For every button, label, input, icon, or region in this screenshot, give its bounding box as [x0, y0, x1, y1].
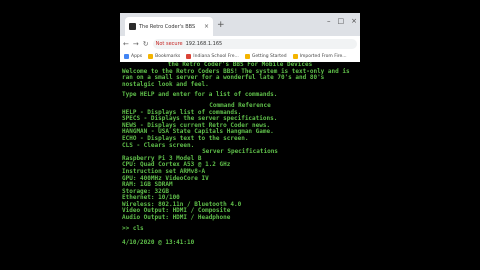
spec-line: Audio Output: HDMI / Headphone [122, 214, 231, 222]
bookmark-label: Getting Started [251, 54, 287, 59]
folder-icon [244, 54, 250, 59]
tab-close-icon[interactable]: × [204, 23, 209, 30]
page-content: the Retro Coder's BBS For Mobile Devices… [120, 62, 360, 270]
folder-icon [292, 54, 298, 59]
favicon-icon [129, 23, 136, 30]
bookmark-apps[interactable]: Apps [124, 54, 142, 59]
folder-icon [148, 54, 154, 59]
address-bar[interactable]: Not secure 192.168.1.165 [152, 38, 357, 49]
command-prompt[interactable]: >> cls [122, 225, 358, 233]
minimize-icon[interactable]: – [327, 17, 331, 25]
tab-title: The Retro Coder's BBS [139, 23, 196, 30]
reload-icon[interactable]: ↻ [143, 40, 149, 48]
tab-strip: The Retro Coder's BBS × + – □ × [120, 13, 360, 36]
bookmark-label: Bookmarks [155, 54, 181, 59]
not-secure-label[interactable]: Not secure [156, 41, 183, 47]
back-icon[interactable]: ← [123, 40, 129, 48]
forward-icon[interactable]: → [133, 40, 139, 48]
timestamp: 4/10/2020 @ 13:41:10 [122, 239, 195, 247]
bookmark-indiana-school[interactable]: Indiana School Fre... [186, 54, 239, 59]
help-hint: Type HELP and enter for a list of comman… [122, 91, 278, 99]
bookmark-imported[interactable]: Imported From Fire... [292, 54, 347, 59]
bookmark-getting-started[interactable]: Getting Started [244, 54, 287, 59]
apps-icon [124, 54, 129, 59]
bookmark-label: Imported From Fire... [299, 54, 347, 59]
window-controls: – □ × [327, 17, 357, 25]
bookmark-label: Apps [131, 54, 143, 59]
maximize-icon[interactable]: □ [338, 17, 345, 25]
browser-toolbar: ← → ↻ Not secure 192.168.1.165 [120, 36, 360, 51]
url-text[interactable]: 192.168.1.165 [186, 41, 223, 47]
close-window-icon[interactable]: × [351, 17, 357, 25]
tab-retro-coders-bbs[interactable]: The Retro Coder's BBS × [125, 17, 213, 36]
terminal: the Retro Coder's BBS For Mobile Devices… [122, 62, 358, 247]
new-tab-button[interactable]: + [217, 19, 225, 31]
bookmark-bookmarks[interactable]: Bookmarks [148, 54, 180, 59]
welcome-text: Welcome to the Retro Coders BBS! The sys… [122, 67, 354, 88]
bookmark-label: Indiana School Fre... [193, 54, 239, 59]
site-icon [186, 54, 192, 59]
browser-window: The Retro Coder's BBS × + – □ × ← → ↻ No… [120, 13, 360, 270]
